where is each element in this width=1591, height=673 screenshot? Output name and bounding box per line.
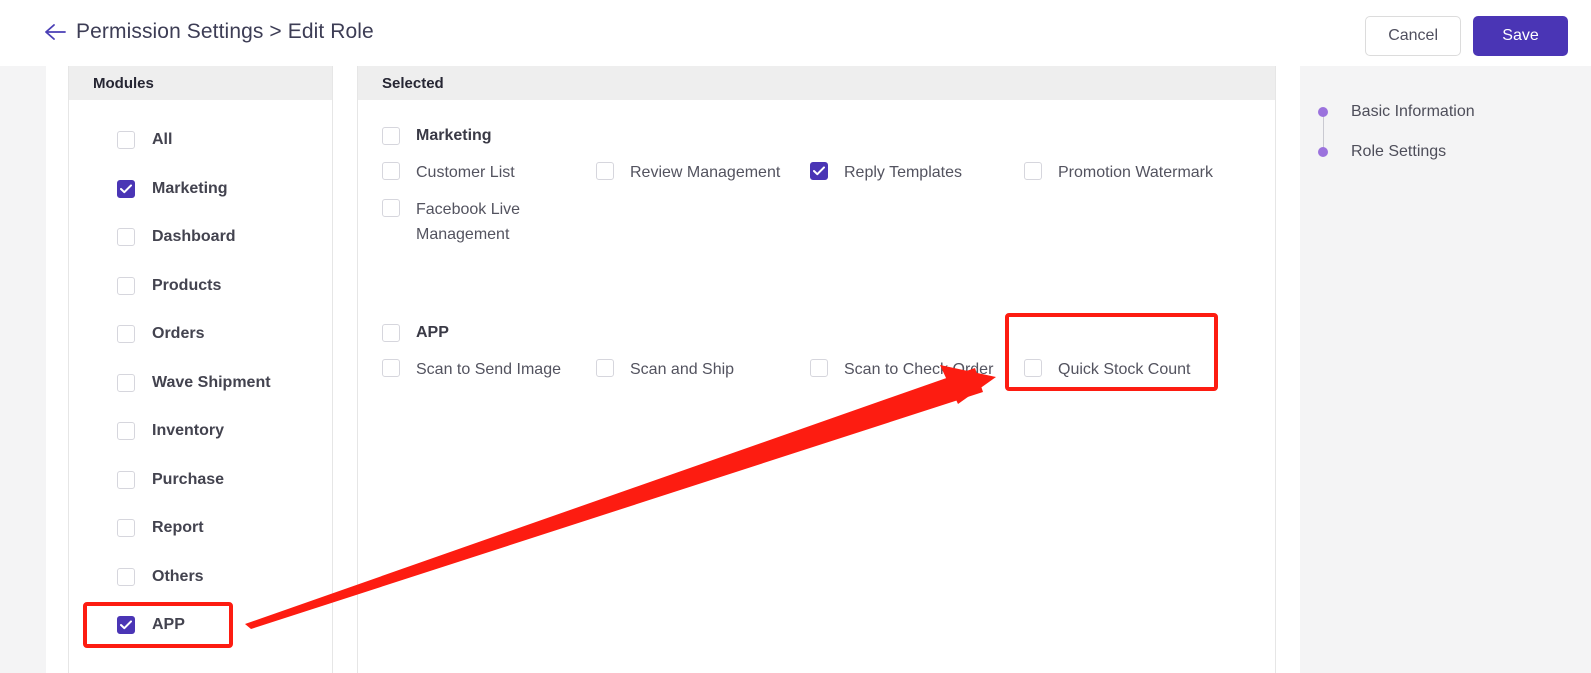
permission-checkbox-scan-to-check-order[interactable] bbox=[810, 359, 828, 377]
nav-item-label: Role Settings bbox=[1351, 143, 1447, 160]
group-header-app[interactable]: APP bbox=[382, 313, 1265, 353]
module-checkbox-app[interactable] bbox=[117, 616, 135, 635]
permission-item[interactable]: Reply Templates bbox=[810, 160, 1024, 187]
permission-checkbox-scan-and-ship[interactable] bbox=[596, 359, 614, 377]
permission-item[interactable]: Facebook Live Management bbox=[382, 197, 596, 247]
module-checkbox-others[interactable] bbox=[117, 567, 135, 586]
permission-group-marketing: Marketing Customer List Review Managemen… bbox=[358, 116, 1275, 257]
module-label: Orders bbox=[152, 325, 205, 343]
permission-checkbox-customer-list[interactable] bbox=[382, 162, 400, 180]
module-row[interactable]: Others bbox=[69, 553, 332, 602]
module-row[interactable]: All bbox=[69, 116, 332, 165]
module-checkbox-all[interactable] bbox=[117, 131, 135, 150]
breadcrumb-text: Permission Settings > Edit Role bbox=[76, 20, 374, 43]
module-row[interactable]: Orders bbox=[69, 310, 332, 359]
permission-checkbox-promotion-watermark[interactable] bbox=[1024, 162, 1042, 180]
permission-label: Reply Templates bbox=[844, 164, 962, 181]
module-label: Marketing bbox=[152, 179, 228, 197]
permission-label: Quick Stock Count bbox=[1058, 361, 1191, 378]
permission-label: Promotion Watermark bbox=[1058, 164, 1213, 181]
permission-label: Facebook Live Management bbox=[416, 201, 521, 243]
permission-item[interactable]: Quick Stock Count bbox=[1024, 357, 1238, 384]
module-label: Dashboard bbox=[152, 228, 236, 246]
permission-label: Scan and Ship bbox=[630, 361, 735, 378]
group-title: Marketing bbox=[416, 127, 492, 144]
group-checkbox-marketing[interactable] bbox=[382, 127, 400, 145]
nav-item-role-settings[interactable]: Role Settings bbox=[1300, 132, 1591, 172]
module-row[interactable]: APP bbox=[69, 601, 332, 650]
module-label: Wave Shipment bbox=[152, 373, 271, 391]
permission-checkbox-scan-to-send-image[interactable] bbox=[382, 359, 400, 377]
module-label: Inventory bbox=[152, 422, 225, 440]
nav-item-label: Basic Information bbox=[1351, 103, 1475, 120]
permission-item[interactable]: Promotion Watermark bbox=[1024, 160, 1238, 187]
permission-settings-page: Permission Settings > Edit Role Cancel S… bbox=[0, 0, 1591, 673]
module-checkbox-dashboard[interactable] bbox=[117, 228, 135, 247]
selected-panel: Selected Marketing Customer List Review … bbox=[357, 66, 1276, 673]
permission-label: Customer List bbox=[416, 164, 515, 181]
step-dot-icon bbox=[1318, 107, 1328, 117]
module-checkbox-purchase[interactable] bbox=[117, 470, 135, 489]
module-row[interactable]: Products bbox=[69, 262, 332, 311]
module-label: Products bbox=[152, 276, 222, 294]
group-title: APP bbox=[416, 324, 449, 341]
nav-item-basic-information[interactable]: Basic Information bbox=[1300, 92, 1591, 132]
module-checkbox-marketing[interactable] bbox=[117, 179, 135, 198]
modules-list: All Marketing Dashboard Products Orders … bbox=[69, 100, 332, 650]
permission-label: Review Management bbox=[630, 164, 781, 181]
module-row[interactable]: Purchase bbox=[69, 456, 332, 505]
permission-item[interactable]: Customer List bbox=[382, 160, 596, 187]
arrow-left-icon[interactable] bbox=[44, 21, 66, 43]
save-button[interactable]: Save bbox=[1473, 16, 1568, 56]
top-header-bar: Permission Settings > Edit Role Cancel S… bbox=[0, 0, 1591, 66]
modules-panel-title: Modules bbox=[69, 66, 332, 100]
nav-step-list: Basic Information Role Settings bbox=[1300, 66, 1591, 172]
selected-panel-title: Selected bbox=[358, 66, 1275, 100]
permission-checkbox-review-management[interactable] bbox=[596, 162, 614, 180]
modules-panel: Modules All Marketing Dashboard Products… bbox=[68, 66, 333, 673]
module-checkbox-products[interactable] bbox=[117, 276, 135, 295]
module-row[interactable]: Report bbox=[69, 504, 332, 553]
module-label: All bbox=[152, 131, 173, 149]
module-row[interactable]: Wave Shipment bbox=[69, 359, 332, 408]
group-header-marketing[interactable]: Marketing bbox=[382, 116, 1265, 156]
group-checkbox-app[interactable] bbox=[382, 324, 400, 342]
permission-grid-app: Scan to Send Image Scan and Ship Scan to… bbox=[382, 357, 1265, 394]
module-checkbox-report[interactable] bbox=[117, 519, 135, 538]
permission-group-app: APP Scan to Send Image Scan and Ship Sca… bbox=[358, 313, 1275, 394]
module-row[interactable]: Inventory bbox=[69, 407, 332, 456]
module-checkbox-orders[interactable] bbox=[117, 325, 135, 344]
cancel-button[interactable]: Cancel bbox=[1365, 16, 1461, 56]
permission-checkbox-facebook-live-management[interactable] bbox=[382, 199, 400, 217]
breadcrumb: Permission Settings > Edit Role bbox=[44, 20, 374, 44]
left-gutter bbox=[0, 66, 46, 673]
module-label: Others bbox=[152, 567, 204, 585]
right-nav-panel: Basic Information Role Settings bbox=[1300, 66, 1591, 673]
nav-connector-line bbox=[1323, 112, 1324, 152]
permission-item[interactable]: Review Management bbox=[596, 160, 810, 187]
permission-label: Scan to Check Order bbox=[844, 361, 994, 378]
module-label: Report bbox=[152, 519, 204, 537]
permission-item[interactable]: Scan to Send Image bbox=[382, 357, 596, 384]
step-dot-icon bbox=[1318, 147, 1328, 157]
module-row[interactable]: Dashboard bbox=[69, 213, 332, 262]
module-checkbox-inventory[interactable] bbox=[117, 422, 135, 441]
module-checkbox-wave-shipment[interactable] bbox=[117, 373, 135, 392]
permission-checkbox-quick-stock-count[interactable] bbox=[1024, 359, 1042, 377]
permission-checkbox-reply-templates[interactable] bbox=[810, 162, 828, 180]
module-label: APP bbox=[152, 616, 185, 634]
permission-item[interactable]: Scan and Ship bbox=[596, 357, 810, 384]
module-label: Purchase bbox=[152, 470, 225, 488]
module-row[interactable]: Marketing bbox=[69, 165, 332, 214]
header-actions: Cancel Save bbox=[1365, 16, 1568, 56]
page-body: Modules All Marketing Dashboard Products… bbox=[0, 66, 1591, 673]
permission-label: Scan to Send Image bbox=[416, 361, 561, 378]
permission-grid-marketing: Customer List Review Management Reply Te… bbox=[382, 160, 1265, 257]
permission-item[interactable]: Scan to Check Order bbox=[810, 357, 1024, 384]
